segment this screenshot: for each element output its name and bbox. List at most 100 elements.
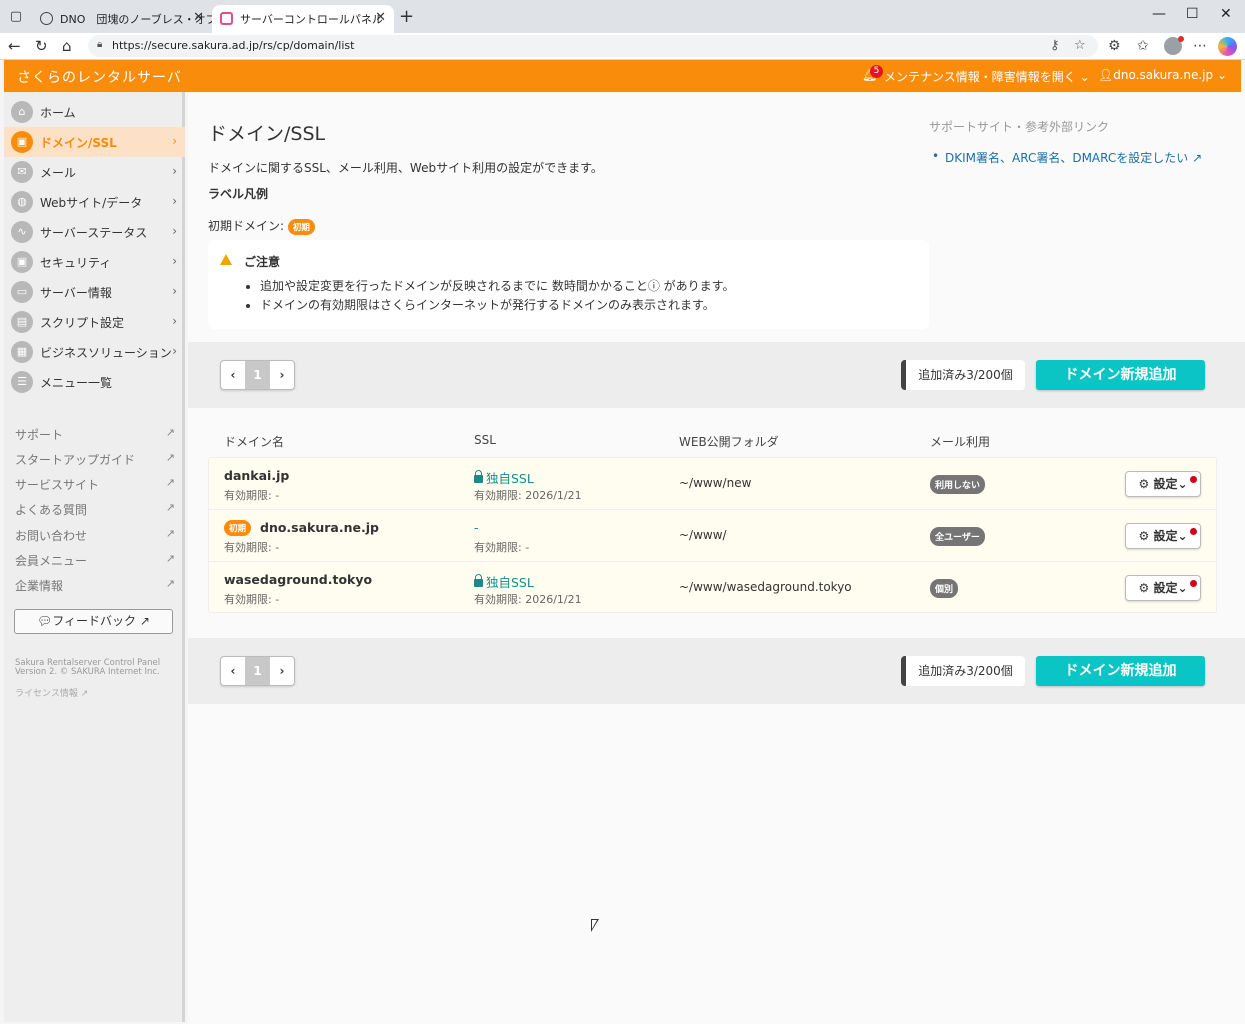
external-link-icon: ↗ (165, 451, 175, 464)
alert-dot (1190, 580, 1197, 587)
user-menu[interactable]: 👤︎dno.sakura.ne.jp ⌄ (1098, 68, 1227, 82)
favorite-star-icon[interactable]: ☆ (1074, 38, 1086, 53)
link-label: サポート (15, 428, 64, 442)
copilot-icon[interactable] (1218, 37, 1237, 56)
reload-icon[interactable]: ↻ (35, 37, 48, 55)
link-label: スタートアップガイド (15, 453, 136, 467)
alert-dot (1190, 476, 1197, 483)
sidebar-link-faq[interactable]: よくある質問 ↗ (15, 501, 175, 518)
add-domain-button[interactable]: ドメイン新規追加 (1036, 360, 1205, 390)
sidebar-item-script[interactable]: ▤ スクリプト設定 › (4, 307, 185, 337)
external-link-icon: ↗ (165, 552, 175, 565)
link-label: 会員メニュー (15, 554, 88, 568)
external-link-icon: ↗ (139, 614, 150, 628)
domain-expiry: 有効期限: - (224, 489, 280, 502)
sidebar-item-server-status[interactable]: ∿ サーバーステータス › (4, 217, 185, 247)
feedback-button[interactable]: 💬︎フィードバック ↗ (14, 609, 173, 634)
chevron-right-icon: › (172, 164, 177, 178)
sidebar-link-service-site[interactable]: サービスサイト ↗ (15, 476, 175, 493)
sidebar-item-label: サーバーステータス (40, 226, 148, 240)
sidebar-item-mail[interactable]: ✉ メール › (4, 157, 185, 187)
maintenance-menu[interactable]: メンテナンス情報・障害情報を開く ⌄ (864, 68, 1090, 85)
close-icon[interactable]: ✕ (193, 10, 204, 25)
app-header: さくらのレンタルサーバ 🔔︎ 5 メンテナンス情報・障害情報を開く ⌄ 👤︎dn… (4, 60, 1241, 92)
support-link-dkim[interactable]: DKIM署名、ARC署名、DMARCを設定したい ↗ (932, 149, 1202, 166)
site-favicon-icon (220, 12, 233, 25)
next-page-button[interactable]: › (270, 361, 294, 389)
help-icon[interactable]: ⓘ (648, 279, 660, 293)
next-page-button[interactable]: › (270, 657, 294, 685)
settings-button[interactable]: ⚙ 設定⌄ (1125, 523, 1201, 549)
sidebar-item-security[interactable]: ▣ セキュリティ › (4, 247, 185, 277)
notice-list: 追加や設定変更を行ったドメインが反映されるまでに 数時間かかることⓘ があります… (260, 277, 734, 315)
close-icon[interactable]: ✕ (375, 10, 386, 25)
sidebar-item-domain-ssl[interactable]: ▣ ドメイン/SSL › (4, 127, 185, 157)
globe-icon: ◍ (11, 191, 33, 213)
sidebar-item-label: サーバー情報 (40, 286, 112, 300)
sidebar-item-business[interactable]: ▦ ビジネスソリューション › (4, 337, 185, 367)
legend-title: ラベル凡例 (208, 187, 269, 201)
column-header-web-folder: WEB公開フォルダ (679, 435, 779, 449)
sidebar-link-startup-guide[interactable]: スタートアップガイド ↗ (15, 451, 175, 468)
domain-count: 追加済み3/200個 (901, 360, 1025, 390)
favorites-icon[interactable]: ✩ (1137, 38, 1149, 54)
settings-button[interactable]: ⚙ 設定⌄ (1125, 471, 1201, 497)
lock-icon (474, 574, 483, 587)
ssl-link[interactable]: 独自SSL (474, 572, 534, 591)
home-icon[interactable]: ⌂ (62, 37, 72, 55)
window-close-icon[interactable]: ✕ (1220, 6, 1232, 22)
key-icon[interactable]: ⚷ (1050, 38, 1060, 53)
chevron-right-icon: › (172, 284, 177, 298)
domain-name: wasedaground.tokyo (224, 572, 373, 587)
ssl-link[interactable]: - (474, 520, 479, 535)
brand-logo[interactable]: さくらのレンタルサーバ (17, 67, 182, 87)
sidebar-link-support[interactable]: サポート ↗ (15, 426, 175, 443)
more-icon[interactable]: ⋯ (1193, 38, 1207, 54)
sidebar-link-company[interactable]: 企業情報 ↗ (15, 577, 175, 594)
sidebar-link-contact[interactable]: お問い合わせ ↗ (15, 527, 175, 544)
footer-text: Sakura Rentalserver Control Panel Versio… (15, 659, 160, 677)
add-domain-button[interactable]: ドメイン新規追加 (1036, 656, 1205, 686)
table-row: wasedaground.tokyo 有効期限: - 独自SSL 有効期限: 2… (209, 562, 1216, 614)
domain-expiry: 有効期限: - (224, 541, 280, 554)
prev-page-button[interactable]: ‹ (221, 657, 245, 685)
sidebar-item-website[interactable]: ◍ Webサイト/データ › (4, 187, 185, 217)
current-page[interactable]: 1 (245, 657, 270, 685)
sidebar-item-label: メール (40, 166, 77, 180)
initial-badge: 初期 (287, 218, 315, 235)
sidebar-item-menu-list[interactable]: ☰ メニュー一覧 (4, 367, 185, 397)
tab-actions-icon[interactable]: ▢ (6, 7, 26, 27)
sidebar-link-member-menu[interactable]: 会員メニュー ↗ (15, 552, 175, 569)
browser-tab-bar: ▢ DNO 団塊のノーブレス・オブリージュ ✕ サーバーコントロールパネル ✕ … (0, 0, 1245, 33)
license-link[interactable]: ライセンス情報 ↗ (15, 686, 88, 699)
tab-label: サーバーコントロールパネル (240, 13, 383, 26)
ssl-expiry: 有効期限: - (474, 541, 530, 554)
maximize-icon[interactable]: ☐ (1186, 6, 1199, 22)
external-link-icon: ↗ (165, 426, 175, 439)
minimize-icon[interactable]: — (1152, 6, 1166, 22)
url-text: https://secure.sakura.ad.jp/rs/cp/domain… (112, 39, 355, 52)
browser-tab-control-panel[interactable]: サーバーコントロールパネル ✕ (212, 5, 394, 33)
back-icon[interactable]: ← (8, 37, 21, 55)
sidebar-item-server-info[interactable]: ▭ サーバー情報 › (4, 277, 185, 307)
prev-page-button[interactable]: ‹ (221, 361, 245, 389)
extensions-icon[interactable]: ⚙ (1108, 38, 1121, 54)
ssl-link[interactable]: 独自SSL (474, 468, 534, 487)
new-tab-icon[interactable]: + (399, 6, 414, 27)
sidebar-item-label: メニュー一覧 (40, 376, 113, 390)
chevron-right-icon: › (172, 314, 177, 328)
ssl-expiry: 有効期限: 2026/1/21 (474, 593, 582, 606)
url-input[interactable]: 🔒︎ https://secure.sakura.ad.jp/rs/cp/dom… (88, 35, 1098, 57)
current-page[interactable]: 1 (245, 361, 270, 389)
web-folder: ~/www/ (679, 528, 727, 542)
sidebar-item-label: ビジネスソリューション (40, 346, 172, 360)
sidebar-item-home[interactable]: ⌂ ホーム (4, 97, 185, 127)
profile-avatar[interactable] (1164, 36, 1184, 55)
home-icon: ⌂ (11, 101, 33, 123)
sidebar-item-label: ドメイン/SSL (40, 136, 117, 150)
mail-usage-badge: 利用しない (930, 475, 986, 494)
settings-button[interactable]: ⚙ 設定⌄ (1125, 575, 1201, 601)
script-icon: ▤ (11, 311, 33, 333)
maintenance-label: メンテナンス情報・障害情報を開く (884, 70, 1076, 84)
browser-tab-dno[interactable]: DNO 団塊のノーブレス・オブリージュ ✕ (32, 5, 212, 33)
